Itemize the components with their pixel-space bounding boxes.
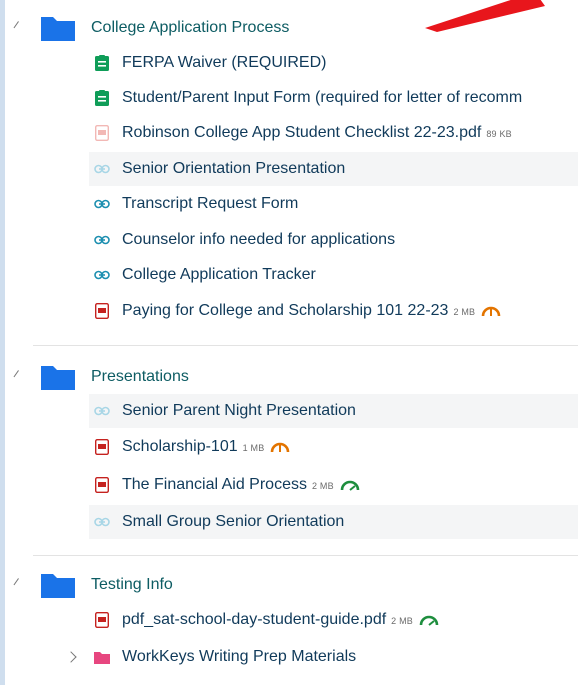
green-gauge-icon xyxy=(340,480,360,491)
item-label: Robinson College App Student Checklist 2… xyxy=(122,124,482,141)
list-item-transcript-request-form[interactable]: Transcript Request Form xyxy=(89,187,578,221)
pdf-icon xyxy=(94,439,110,455)
orange-gauge-icon xyxy=(481,306,501,317)
pdf-icon xyxy=(94,125,110,141)
list-item-student-parent-input-form[interactable]: Student/Parent Input Form (required for … xyxy=(89,81,578,115)
item-label: Counselor info needed for applications xyxy=(122,231,396,248)
list-item-counselor-info[interactable]: Counselor info needed for applications xyxy=(89,223,578,257)
collapse-caret-icon[interactable] xyxy=(13,578,26,590)
list-item-small-group-senior-orientation[interactable]: Small Group Senior Orientation xyxy=(89,505,578,539)
file-size: 1 MB xyxy=(242,443,265,453)
expand-chevron-icon[interactable] xyxy=(65,651,77,663)
folder-row-testing-info[interactable]: Testing Info xyxy=(5,568,578,602)
item-label-wrap: Robinson College App Student Checklist 2… xyxy=(122,124,512,142)
item-label: WorkKeys Writing Prep Materials xyxy=(122,648,357,665)
folder-row-college-application-process[interactable]: College Application Process xyxy=(5,11,578,45)
link-icon xyxy=(94,232,110,248)
list-item-financial-aid-process[interactable]: The Financial Aid Process 2 MB xyxy=(89,468,578,502)
file-size: 89 KB xyxy=(486,129,512,139)
item-label: pdf_sat-school-day-student-guide.pdf xyxy=(122,611,387,628)
item-label: The Financial Aid Process xyxy=(122,476,307,493)
item-label: Paying for College and Scholarship 101 2… xyxy=(122,302,449,319)
section-divider xyxy=(33,555,578,556)
link-icon xyxy=(94,514,110,530)
folder-row-presentations[interactable]: Presentations xyxy=(5,360,578,394)
list-item-college-application-tracker[interactable]: College Application Tracker xyxy=(89,258,578,292)
link-icon xyxy=(94,196,110,212)
section-divider xyxy=(33,345,578,346)
list-item-scholarship-101[interactable]: Scholarship-101 1 MB xyxy=(89,430,578,464)
orange-gauge-icon xyxy=(271,442,290,453)
folder-title[interactable]: College Application Process xyxy=(91,19,289,37)
link-icon xyxy=(94,161,110,177)
item-label-wrap: pdf_sat-school-day-student-guide.pdf 2 MB xyxy=(122,611,439,629)
form-icon xyxy=(94,90,110,106)
collapse-caret-icon[interactable] xyxy=(13,21,26,33)
pdf-icon xyxy=(94,612,110,628)
item-label: Scholarship-101 xyxy=(122,438,238,455)
list-item-senior-parent-night[interactable]: Senior Parent Night Presentation xyxy=(89,394,578,428)
link-icon xyxy=(94,403,110,419)
item-label-wrap: Paying for College and Scholarship 101 2… xyxy=(122,302,501,320)
item-label: Senior Orientation Presentation xyxy=(122,160,346,177)
folder-title[interactable]: Presentations xyxy=(91,368,189,386)
folder-title[interactable]: Testing Info xyxy=(91,576,173,594)
item-label: Senior Parent Night Presentation xyxy=(122,402,356,419)
folder-icon xyxy=(41,17,75,41)
folder-icon xyxy=(41,574,75,598)
file-size: 2 MB xyxy=(391,616,413,626)
form-icon xyxy=(94,55,110,71)
item-label-wrap: Scholarship-101 1 MB xyxy=(122,438,290,456)
list-item-senior-orientation-presentation[interactable]: Senior Orientation Presentation xyxy=(89,152,578,186)
folder-icon xyxy=(41,366,75,390)
item-label: Transcript Request Form xyxy=(122,195,299,212)
folder-pink-icon xyxy=(94,649,110,665)
item-label-wrap: The Financial Aid Process 2 MB xyxy=(122,476,360,494)
pdf-icon xyxy=(94,477,110,493)
list-item-workkeys-folder[interactable]: WorkKeys Writing Prep Materials xyxy=(65,640,578,674)
file-size: 2 MB xyxy=(311,481,334,491)
item-label: Student/Parent Input Form (required for … xyxy=(122,89,523,106)
item-label: College Application Tracker xyxy=(122,266,316,283)
green-gauge-icon xyxy=(419,615,439,626)
file-list-panel: College Application Process FERPA Waiver… xyxy=(5,0,578,685)
list-item-paying-for-college[interactable]: Paying for College and Scholarship 101 2… xyxy=(89,294,578,328)
file-size: 2 MB xyxy=(453,307,476,317)
list-item-sat-student-guide[interactable]: pdf_sat-school-day-student-guide.pdf 2 MB xyxy=(89,603,578,637)
list-item-robinson-checklist[interactable]: Robinson College App Student Checklist 2… xyxy=(89,116,578,150)
link-icon xyxy=(94,267,110,283)
collapse-caret-icon[interactable] xyxy=(13,370,26,382)
item-label: Small Group Senior Orientation xyxy=(122,513,345,530)
item-label: FERPA Waiver (REQUIRED) xyxy=(122,54,327,71)
list-item-ferpa-waiver[interactable]: FERPA Waiver (REQUIRED) xyxy=(89,46,578,80)
pdf-icon xyxy=(94,303,110,319)
